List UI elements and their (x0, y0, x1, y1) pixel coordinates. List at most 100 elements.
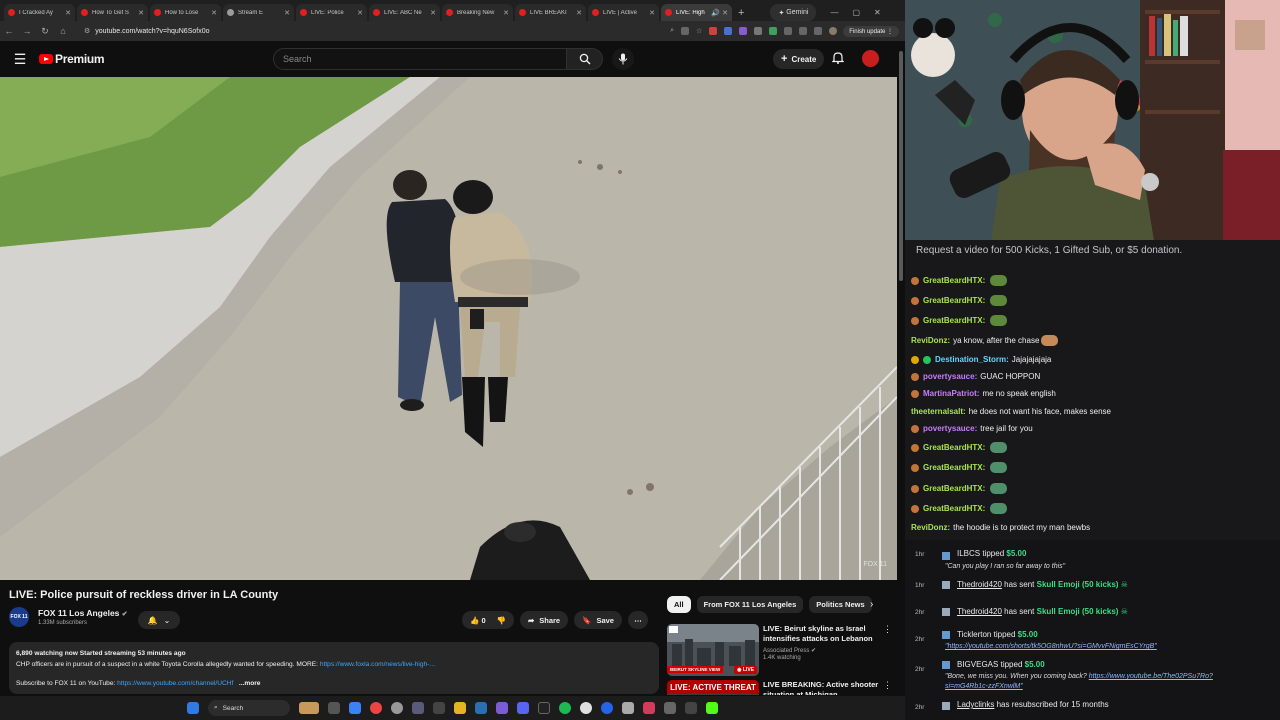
channel-label[interactable]: Associated Press (763, 648, 809, 654)
dislike-button[interactable]: 👎 (497, 616, 506, 625)
close-tab-icon[interactable]: ✕ (138, 9, 144, 17)
channel-logo[interactable]: FOX 11 (9, 607, 29, 627)
close-tab-icon[interactable]: ✕ (503, 9, 509, 17)
chat-username[interactable]: GreatBeardHTX: (923, 296, 985, 305)
chevron-right-icon[interactable]: › (870, 599, 873, 610)
video-thumbnail[interactable]: LIVE: ACTIVE THREAT (667, 680, 759, 695)
more-vertical-icon[interactable]: ⋮ (883, 680, 892, 695)
search-input[interactable]: Search (273, 48, 567, 70)
profile-avatar[interactable] (829, 27, 838, 35)
address-bar[interactable]: ⚙ youtube.com/watch?v=hquN6Sofx0o (78, 24, 664, 38)
event-user[interactable]: Ladyclinks (957, 700, 994, 709)
back-icon[interactable]: ← (0, 26, 18, 36)
app-icon[interactable] (622, 702, 634, 714)
recommended-video[interactable]: LIVE: ACTIVE THREAT LIVE BREAKING: Activ… (667, 680, 892, 695)
show-more-button[interactable]: ...more (239, 680, 261, 687)
chrome-icon[interactable] (370, 702, 382, 714)
account-avatar[interactable] (862, 50, 879, 67)
chat-username[interactable]: povertysauce: (923, 424, 977, 433)
video-player[interactable]: FOX 11 (0, 77, 897, 580)
chat-username[interactable]: GreatBeardHTX: (923, 443, 985, 452)
chip-from-channel[interactable]: From FOX 11 Los Angeles (696, 596, 804, 613)
chat-username[interactable]: GreatBeardHTX: (923, 316, 985, 325)
minimize-icon[interactable]: — (830, 8, 838, 17)
notifications-bell-icon[interactable] (831, 51, 845, 69)
close-tab-icon[interactable]: ✕ (649, 9, 655, 17)
event-user[interactable]: ILBCS (957, 549, 980, 558)
close-tab-icon[interactable]: ✕ (211, 9, 217, 17)
chat-username[interactable]: GreatBeardHTX: (923, 463, 985, 472)
reload-icon[interactable]: ↻ (36, 26, 54, 37)
bookmark-star-icon[interactable]: ☆ (696, 27, 702, 35)
app-icon[interactable] (538, 702, 550, 714)
chat-username[interactable]: MartinaPatriot: (923, 389, 979, 398)
edge-icon[interactable] (349, 702, 361, 714)
event-user[interactable]: Ticklerton (957, 630, 991, 639)
youtube-logo[interactable]: Premium (39, 52, 105, 66)
more-vertical-icon[interactable]: ⋮ (883, 624, 892, 676)
like-button[interactable]: 👍 0 (470, 616, 486, 625)
app-icon[interactable] (433, 702, 445, 714)
recommended-title[interactable]: LIVE BREAKING: Active shooter situation … (763, 680, 881, 695)
description-box[interactable]: 6,890 watching now Started streaming 53 … (9, 642, 659, 694)
create-button[interactable]: + Create (773, 49, 825, 69)
app-icon[interactable] (412, 702, 424, 714)
forward-icon[interactable]: → (18, 26, 36, 36)
description-link[interactable]: https://www.foxla.com/news/live-high-... (320, 661, 435, 668)
chip-all[interactable]: All (667, 596, 691, 613)
event-message-link[interactable]: "https://youtube.com/shorts/tk5OG8nhwU?s… (945, 643, 1157, 650)
page-scrollbar[interactable] (897, 41, 905, 695)
app-icon[interactable] (496, 702, 508, 714)
app-icon[interactable] (601, 702, 613, 714)
gemini-button[interactable]: ✦ Gemini (770, 4, 817, 21)
recommended-video[interactable]: BEIRUT SKYLINE VIEW ◉ LIVE LIVE: Beirut … (667, 624, 892, 676)
home-icon[interactable]: ⌂ (54, 26, 72, 36)
speaker-icon[interactable]: 🔊 (711, 9, 720, 17)
search-button[interactable] (567, 48, 603, 70)
app-icon[interactable] (685, 702, 697, 714)
extensions-puzzle-icon[interactable] (784, 27, 793, 35)
chat-username[interactable]: Destination_Storm: (935, 355, 1009, 364)
windows-start-icon[interactable] (187, 702, 199, 714)
app-icon[interactable] (643, 702, 655, 714)
discord-icon[interactable] (517, 702, 529, 714)
subscription-bell-button[interactable]: 🔔 ⌄ (138, 611, 180, 629)
close-tab-icon[interactable]: ✕ (430, 9, 436, 17)
app-icon[interactable] (664, 702, 676, 714)
obs-icon[interactable] (580, 702, 592, 714)
chat-username[interactable]: ReviDonz: (911, 523, 950, 532)
chat-username[interactable]: theeternalsalt: (911, 407, 966, 416)
save-button[interactable]: 🔖 Save (574, 611, 622, 629)
browser-tab[interactable]: Stream E ✕ (223, 4, 294, 21)
new-tab-icon[interactable]: + (738, 7, 744, 19)
extension-icon[interactable] (739, 27, 748, 35)
browser-tab[interactable]: LIVE: ABC Ne ✕ (369, 4, 440, 21)
close-tab-icon[interactable]: ✕ (357, 9, 363, 17)
event-user[interactable]: BIGVEGAS (957, 660, 998, 669)
event-user[interactable]: Thedroid420 (957, 580, 1002, 589)
event-user[interactable]: Thedroid420 (957, 607, 1002, 616)
file-explorer-icon[interactable] (454, 702, 466, 714)
channel-name[interactable]: FOX 11 Los Angeles ✔ (38, 608, 128, 618)
video-thumbnail[interactable]: BEIRUT SKYLINE VIEW ◉ LIVE (667, 624, 759, 676)
extension-icon[interactable] (754, 27, 763, 35)
close-tab-icon[interactable]: ✕ (284, 9, 290, 17)
spotify-icon[interactable] (559, 702, 571, 714)
chip-politics-news[interactable]: Politics News (809, 596, 872, 613)
browser-tab[interactable]: I Cracked Ay ✕ (4, 4, 75, 21)
zoom-icon[interactable]: ⌕ (670, 27, 674, 35)
task-view-icon[interactable] (328, 702, 340, 714)
browser-tab[interactable]: How to Lose ✕ (150, 4, 221, 21)
window-close-icon[interactable]: ✕ (874, 8, 881, 17)
menu-icon[interactable]: ☰ (0, 51, 40, 68)
widget-icon[interactable] (299, 702, 319, 714)
browser-tab[interactable]: How To Get S ✕ (77, 4, 148, 21)
steam-icon[interactable] (475, 702, 487, 714)
description-link[interactable]: https://www.youtube.com/channel/UCHf (117, 680, 233, 687)
share-button[interactable]: ➦ Share (519, 611, 569, 629)
chrome-profile-icon[interactable] (391, 702, 403, 714)
browser-tab[interactable]: Breaking New ✕ (442, 4, 513, 21)
extension-icon[interactable] (724, 27, 733, 35)
recommended-title[interactable]: LIVE: Beirut skyline as Israel intensifi… (763, 624, 881, 644)
close-tab-icon[interactable]: ✕ (65, 9, 71, 17)
